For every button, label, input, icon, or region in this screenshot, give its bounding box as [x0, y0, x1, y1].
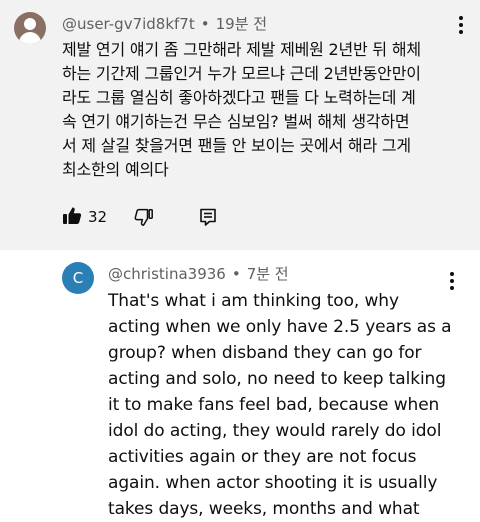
comment-text-line: 하는 기간제 그룹인거 누가 모르냐 근데 2년반동안만이 [62, 64, 421, 83]
comment-text-line: 서 제 살길 찾을거면 팬들 안 보이는 곳에서 해라 그게 [62, 136, 411, 155]
comment-timestamp[interactable]: 19분 전 [216, 15, 267, 33]
thumbs-down-icon[interactable] [134, 207, 154, 227]
comment-author[interactable]: @christina3936 [108, 265, 226, 283]
avatar-head-shape [24, 18, 36, 30]
user-avatar[interactable] [14, 12, 46, 44]
comment-text: That's what i am thinking too, why actin… [108, 288, 468, 522]
meta-separator: • [200, 15, 210, 33]
avatar-body-shape [19, 32, 41, 44]
meta-separator: • [231, 265, 241, 283]
comment-meta: @christina3936 • 7분 전 [108, 263, 289, 284]
comment-text-line: acting when we only have 2.5 years as a [108, 317, 452, 337]
more-vert-icon[interactable] [453, 14, 469, 36]
comment-text-line: 제발 연기 얘기 좀 그만해라 제발 제베원 2년반 뒤 해체 [62, 40, 421, 59]
comment-text-line: 속 연기 얘기하는건 무슨 심보임? 벌써 해체 생각하면 [62, 112, 410, 131]
comment-text-line: acting and solo, no need to keep talking [108, 369, 446, 389]
comment-meta: @user-gv7id8kf7t • 19분 전 [62, 13, 267, 34]
comment-text-line: takes days, weeks, months and what [108, 499, 420, 519]
user-avatar[interactable]: C [62, 262, 94, 294]
comment-text-line: idol do acting, they would rarely do ido… [108, 421, 442, 441]
like-count: 32 [88, 208, 108, 226]
comment-text-line: group? when disband they can go for [108, 343, 422, 363]
comment-text-line: 라도 그룹 열심히 좋아하겠다고 팬들 다 노력하는데 계 [62, 88, 416, 107]
comment-text-line: again. when actor shooting it is usually [108, 473, 438, 493]
reply-comment-icon[interactable] [198, 207, 218, 227]
comment-author[interactable]: @user-gv7id8kf7t [62, 15, 195, 33]
comment-reply-1: C @christina3936 • 7분 전 That's what i am t… [0, 250, 480, 519]
comment-text-line: That's what i am thinking too, why [108, 291, 399, 311]
comment-text: 제발 연기 얘기 좀 그만해라 제발 제베원 2년반 뒤 해체 하는 기간제 그… [62, 38, 462, 182]
thumbs-up-icon[interactable] [62, 206, 82, 226]
comment-text-line: activities again or they are not focus [108, 447, 417, 467]
comment-text-line: it to make fans feel bad, because when [108, 395, 440, 415]
comment-thread-1: @user-gv7id8kf7t • 19분 전 제발 연기 얘기 좀 그만해라 제… [0, 0, 480, 250]
comment-timestamp[interactable]: 7분 전 [247, 265, 289, 283]
comment-text-line: 최소한의 예의다 [62, 160, 169, 179]
